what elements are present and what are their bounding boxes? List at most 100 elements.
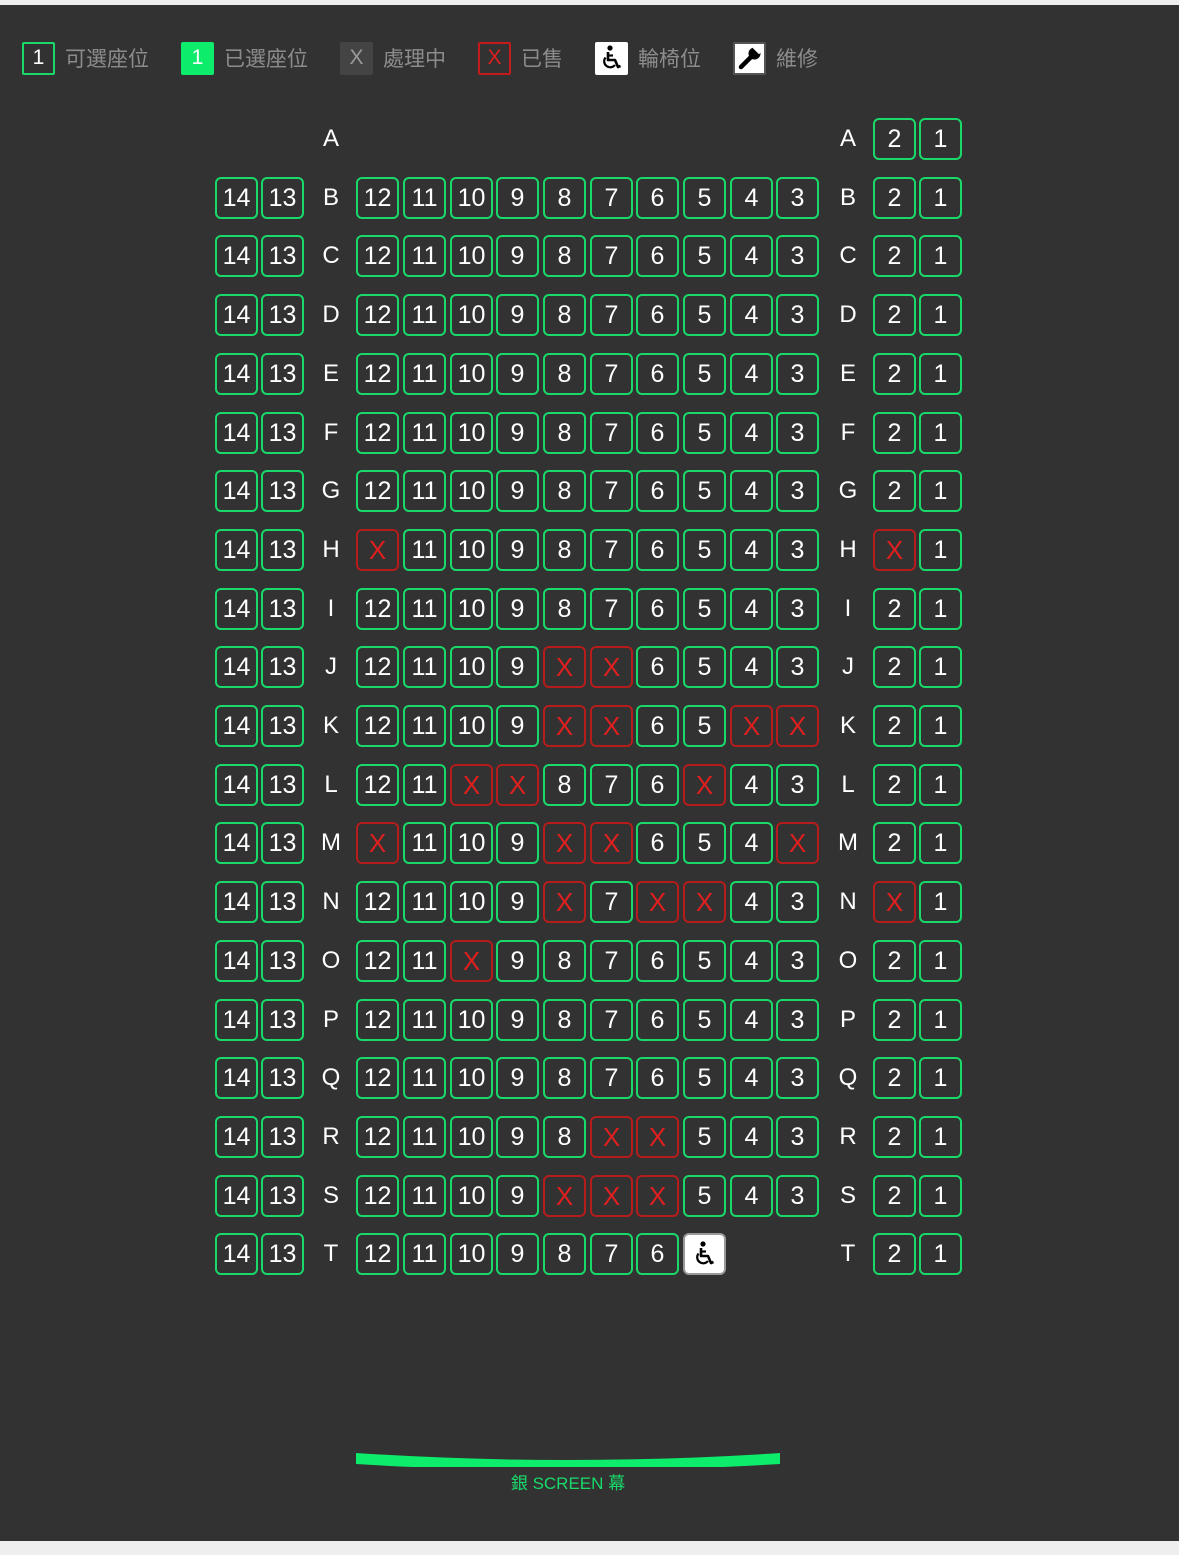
seat-T6[interactable]: 6 [636,1233,679,1275]
seat-S2[interactable]: 2 [873,1175,916,1217]
seat-B2[interactable]: 2 [873,177,916,219]
seat-T1[interactable]: 1 [919,1233,962,1275]
seat-N4[interactable]: 4 [730,881,773,923]
seat-P9[interactable]: 9 [496,999,539,1041]
seat-C14[interactable]: 14 [215,235,258,277]
seat-L12[interactable]: 12 [356,764,399,806]
seat-J3[interactable]: 3 [776,646,819,688]
seat-E6[interactable]: 6 [636,353,679,395]
seat-H8[interactable]: 8 [543,529,586,571]
seat-R13[interactable]: 13 [261,1116,304,1158]
seat-P1[interactable]: 1 [919,999,962,1041]
seat-H4[interactable]: 4 [730,529,773,571]
seat-J11[interactable]: 11 [403,646,446,688]
seat-R10[interactable]: 10 [450,1116,493,1158]
seat-N13[interactable]: 13 [261,881,304,923]
seat-B9[interactable]: 9 [496,177,539,219]
seat-N10[interactable]: 10 [450,881,493,923]
seat-O14[interactable]: 14 [215,940,258,982]
seat-P8[interactable]: 8 [543,999,586,1041]
seat-C9[interactable]: 9 [496,235,539,277]
seat-F5[interactable]: 5 [683,412,726,454]
seat-H11[interactable]: 11 [403,529,446,571]
seat-O2[interactable]: 2 [873,940,916,982]
seat-C1[interactable]: 1 [919,235,962,277]
seat-F9[interactable]: 9 [496,412,539,454]
seat-F12[interactable]: 12 [356,412,399,454]
seat-K9[interactable]: 9 [496,705,539,747]
seat-O11[interactable]: 11 [403,940,446,982]
seat-P14[interactable]: 14 [215,999,258,1041]
seat-O12[interactable]: 12 [356,940,399,982]
seat-S4[interactable]: 4 [730,1175,773,1217]
seat-C5[interactable]: 5 [683,235,726,277]
seat-P4[interactable]: 4 [730,999,773,1041]
seat-D10[interactable]: 10 [450,294,493,336]
seat-I9[interactable]: 9 [496,588,539,630]
seat-Q4[interactable]: 4 [730,1057,773,1099]
seat-E13[interactable]: 13 [261,353,304,395]
seat-N7[interactable]: 7 [590,881,633,923]
seat-B4[interactable]: 4 [730,177,773,219]
seat-Q14[interactable]: 14 [215,1057,258,1099]
seat-I5[interactable]: 5 [683,588,726,630]
seat-L11[interactable]: 11 [403,764,446,806]
seat-I10[interactable]: 10 [450,588,493,630]
seat-L4[interactable]: 4 [730,764,773,806]
seat-I2[interactable]: 2 [873,588,916,630]
seat-A2[interactable]: 2 [873,118,916,160]
seat-S14[interactable]: 14 [215,1175,258,1217]
seat-J14[interactable]: 14 [215,646,258,688]
seat-D11[interactable]: 11 [403,294,446,336]
seat-N1[interactable]: 1 [919,881,962,923]
seat-I8[interactable]: 8 [543,588,586,630]
seat-G13[interactable]: 13 [261,470,304,512]
seat-N3[interactable]: 3 [776,881,819,923]
seat-H13[interactable]: 13 [261,529,304,571]
seat-O3[interactable]: 3 [776,940,819,982]
seat-Q13[interactable]: 13 [261,1057,304,1099]
seat-L3[interactable]: 3 [776,764,819,806]
seat-D4[interactable]: 4 [730,294,773,336]
seat-M10[interactable]: 10 [450,822,493,864]
seat-D6[interactable]: 6 [636,294,679,336]
seat-D14[interactable]: 14 [215,294,258,336]
seat-E1[interactable]: 1 [919,353,962,395]
seat-C10[interactable]: 10 [450,235,493,277]
seat-K13[interactable]: 13 [261,705,304,747]
seat-R4[interactable]: 4 [730,1116,773,1158]
seat-H6[interactable]: 6 [636,529,679,571]
seat-G8[interactable]: 8 [543,470,586,512]
seat-M9[interactable]: 9 [496,822,539,864]
seat-L7[interactable]: 7 [590,764,633,806]
seat-O7[interactable]: 7 [590,940,633,982]
seat-J5[interactable]: 5 [683,646,726,688]
seat-Q10[interactable]: 10 [450,1057,493,1099]
seat-S10[interactable]: 10 [450,1175,493,1217]
seat-H10[interactable]: 10 [450,529,493,571]
seat-N11[interactable]: 11 [403,881,446,923]
seat-R1[interactable]: 1 [919,1116,962,1158]
seat-Q11[interactable]: 11 [403,1057,446,1099]
seat-H9[interactable]: 9 [496,529,539,571]
seat-L2[interactable]: 2 [873,764,916,806]
seat-J9[interactable]: 9 [496,646,539,688]
seat-J12[interactable]: 12 [356,646,399,688]
seat-J6[interactable]: 6 [636,646,679,688]
seat-S11[interactable]: 11 [403,1175,446,1217]
seat-R8[interactable]: 8 [543,1116,586,1158]
seat-G3[interactable]: 3 [776,470,819,512]
seat-M11[interactable]: 11 [403,822,446,864]
seat-R3[interactable]: 3 [776,1116,819,1158]
seat-P11[interactable]: 11 [403,999,446,1041]
seat-L13[interactable]: 13 [261,764,304,806]
seat-P13[interactable]: 13 [261,999,304,1041]
seat-E4[interactable]: 4 [730,353,773,395]
seat-S13[interactable]: 13 [261,1175,304,1217]
seat-K14[interactable]: 14 [215,705,258,747]
seat-K1[interactable]: 1 [919,705,962,747]
seat-B7[interactable]: 7 [590,177,633,219]
seat-Q12[interactable]: 12 [356,1057,399,1099]
seat-Q2[interactable]: 2 [873,1057,916,1099]
seat-O8[interactable]: 8 [543,940,586,982]
